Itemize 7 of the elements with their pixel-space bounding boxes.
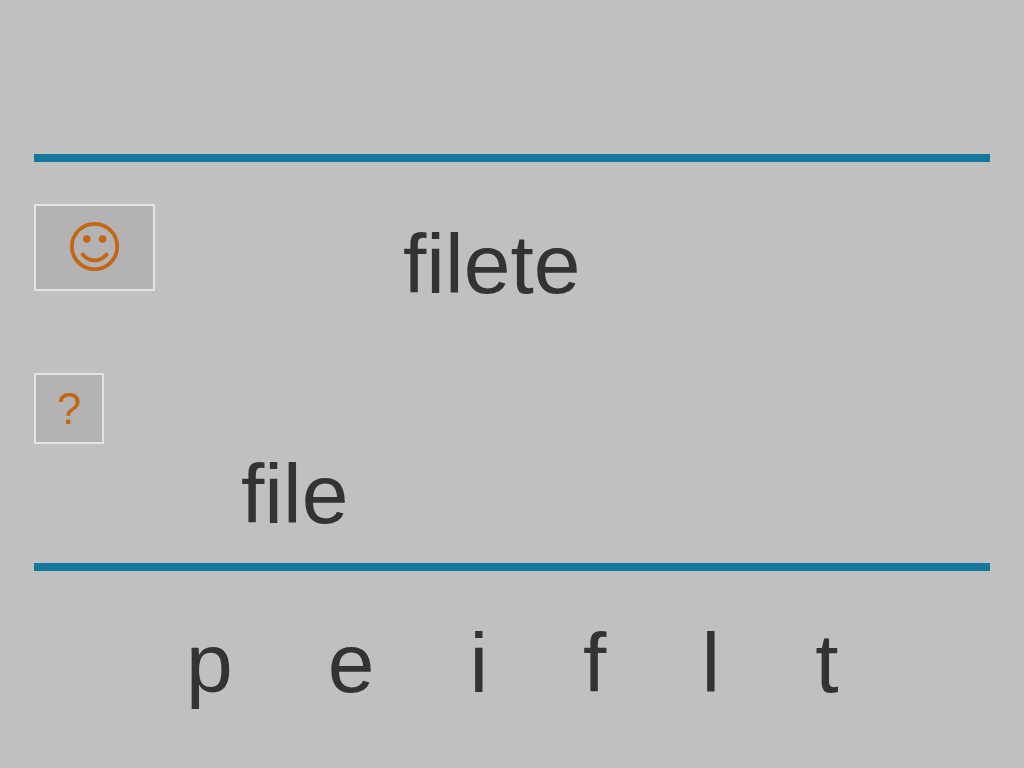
letter-tile[interactable]: f: [579, 621, 611, 705]
letter-tile[interactable]: i: [465, 621, 493, 705]
target-word: filete: [403, 222, 581, 306]
answer-word: file: [241, 452, 349, 536]
letter-tile[interactable]: l: [697, 621, 725, 705]
letter-tile[interactable]: e: [323, 621, 379, 705]
letter-tile[interactable]: t: [811, 621, 843, 705]
